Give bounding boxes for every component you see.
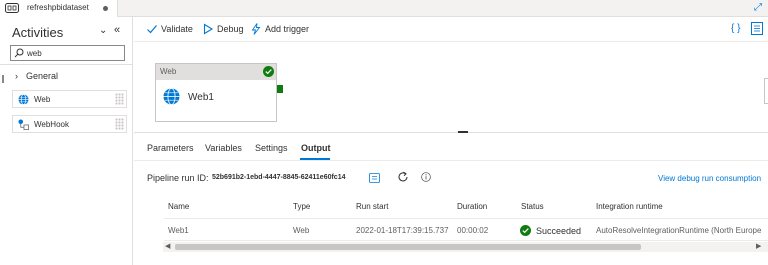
scroll-right-icon[interactable]: ▶ [756,243,761,251]
cell-duration: 00:00:02 [457,226,489,235]
group-general[interactable]: › General [12,69,127,83]
view-debug-run-consumption-link[interactable]: View debug run consumption [658,174,761,183]
output-table: Name Type Run start Duration Status Inte… [134,195,768,265]
scroll-left-icon[interactable]: ◀ [165,243,170,251]
unsaved-indicator [103,6,108,11]
tab-output[interactable]: Output [301,143,331,153]
horizontal-scrollbar[interactable]: ◀ ▶ [163,242,768,252]
pipeline-run-row: Pipeline run ID: 52b691b2-1ebd-4447-8845… [134,168,768,188]
bottom-tabs: Parameters Variables Settings Output [134,133,768,161]
cell-integration-runtime: AutoResolveIntegrationRuntime (North Eur… [596,226,762,235]
group-label: General [26,71,59,81]
node-header: Web [156,64,276,80]
add-trigger-label: Add trigger [265,24,310,34]
active-tab-indicator [300,158,330,160]
pipeline-tab[interactable]: refreshpbidataset [0,0,118,17]
section-marker [2,75,4,83]
header-divider [164,218,768,219]
properties-panel-handle[interactable] [764,78,768,104]
code-icon[interactable]: { } [731,23,740,34]
expand-icon[interactable]: ⤢ [752,2,764,14]
chevron-right-icon: › [15,71,18,81]
validate-button[interactable]: Validate [146,23,206,36]
activity-node-web1[interactable]: Web Web1 [155,63,277,122]
column-header-integration-runtime[interactable]: Integration runtime [596,202,663,211]
properties-icon[interactable] [751,22,763,35]
scrollbar-thumb[interactable] [175,244,641,250]
success-check-icon [263,66,274,77]
pipeline-tab-title: refreshpbidataset [27,3,89,12]
node-type-label: Web [160,67,177,76]
add-trigger-button[interactable]: Add trigger [250,23,320,36]
document-tab-bar: refreshpbidataset ⤢ [0,0,768,17]
collapse-all-icon[interactable]: ⌄ [99,26,107,36]
drag-handle-icon[interactable] [115,118,124,130]
run-id-label: Pipeline run ID: [147,173,209,183]
success-check-icon [520,225,531,236]
globe-icon [18,94,29,105]
activities-title: Activities [12,25,64,40]
activity-label: Web [34,95,51,104]
refresh-icon[interactable] [397,171,409,183]
drag-handle-icon[interactable] [115,93,124,105]
activity-webhook[interactable]: WebHook [12,115,127,133]
pipeline-toolbar: Validate Debug Add trigger { } [134,17,768,42]
debug-label: Debug [217,24,244,34]
play-icon [203,23,214,35]
tab-parameters[interactable]: Parameters [147,143,194,153]
collapse-panel-icon[interactable]: « [114,25,120,36]
activities-panel: Activities ⌄ « › General Web WebHook [0,17,133,265]
globe-icon [163,88,180,105]
copy-icon[interactable] [369,173,380,183]
info-icon[interactable] [421,172,431,182]
pipeline-canvas[interactable]: Web Web1 [134,42,768,132]
node-name: Web1 [188,92,214,103]
success-output-port[interactable] [277,85,283,93]
activities-search [10,45,125,61]
column-header-run-start[interactable]: Run start [356,202,388,211]
column-header-type[interactable]: Type [293,202,310,211]
column-header-duration[interactable]: Duration [457,202,487,211]
column-header-name[interactable]: Name [168,202,189,211]
cell-run-start: 2022-01-18T17:39:15.737 [356,226,449,235]
activity-web[interactable]: Web [12,90,127,108]
checkmark-icon [147,25,157,34]
search-input[interactable] [27,47,122,59]
tab-variables[interactable]: Variables [205,143,242,153]
pipeline-icon [5,3,19,13]
validate-label: Validate [161,24,193,34]
webhook-icon [18,119,29,130]
cell-status: Succeeded [536,226,582,236]
cell-type: Web [293,226,310,235]
run-id-value: 52b691b2-1ebd-4447-8845-62411e60fc14 [212,174,346,181]
column-header-status[interactable]: Status [521,202,544,211]
debug-button[interactable]: Debug [202,23,246,36]
divider [0,64,133,65]
lightning-icon [251,23,261,35]
cell-name[interactable]: Web1 [168,226,189,235]
search-icon [14,48,24,58]
activity-label: WebHook [34,120,69,129]
row-divider [164,240,768,241]
tab-settings[interactable]: Settings [255,143,288,153]
